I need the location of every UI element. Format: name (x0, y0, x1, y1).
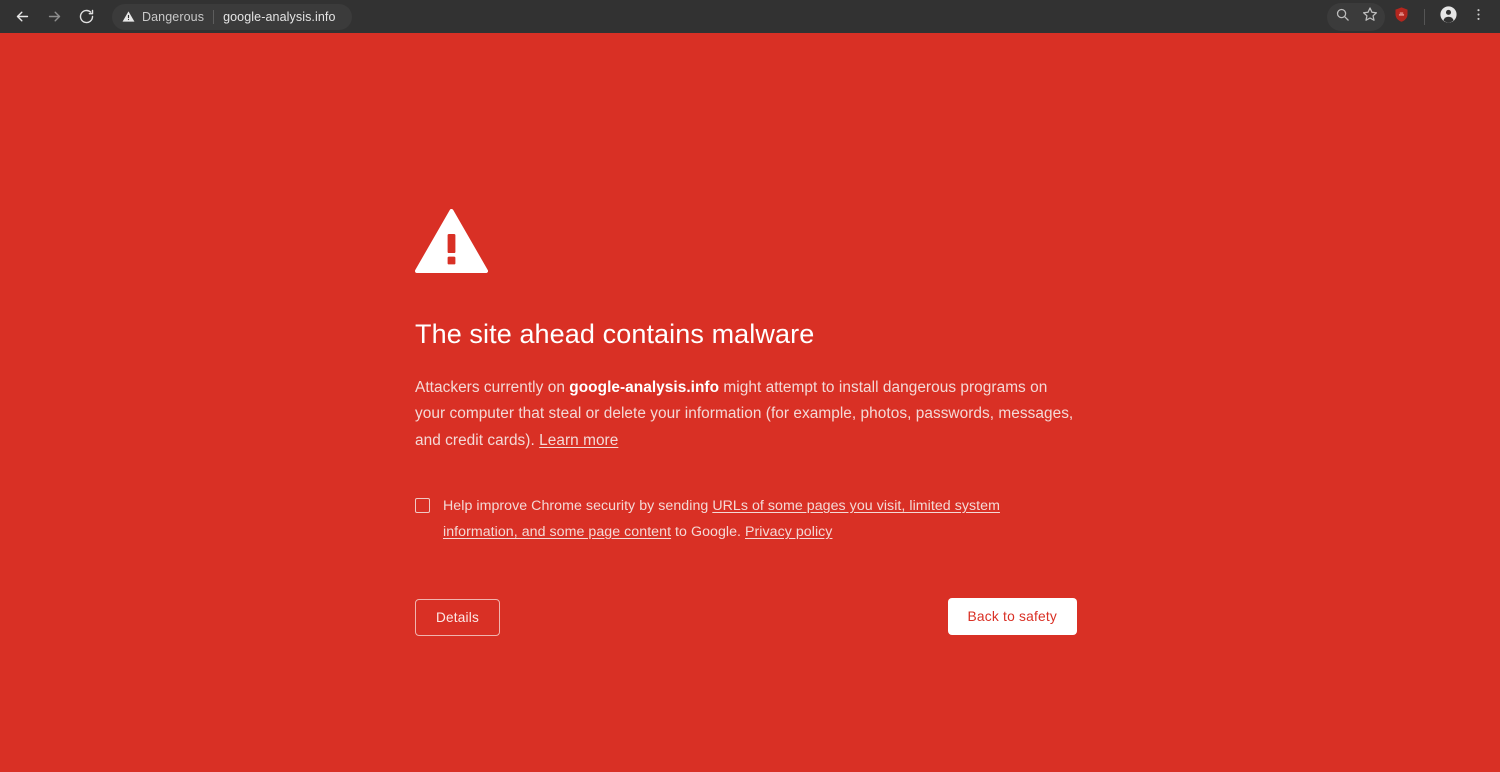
page-title: The site ahead contains malware (415, 319, 815, 349)
toolbar-divider (1424, 8, 1425, 25)
reload-button[interactable] (72, 3, 100, 31)
back-button[interactable] (8, 3, 36, 31)
learn-more-link[interactable]: Learn more (539, 432, 618, 449)
zoom-button[interactable] (1328, 3, 1356, 31)
profile-avatar-icon (1439, 5, 1458, 29)
main-menu-button[interactable] (1464, 3, 1492, 31)
zoom-magnifier-icon (1335, 7, 1350, 27)
extension-button[interactable] (1387, 3, 1415, 31)
dangerous-domain: google-analysis.info (569, 378, 720, 396)
arrow-right-icon (46, 8, 63, 25)
description-lead: Attackers currently on (415, 378, 570, 396)
interstitial-actions: Details Back to safety (415, 597, 1077, 637)
forward-button[interactable] (40, 3, 68, 31)
security-status-label: Dangerous (142, 9, 205, 24)
omnibox-divider (213, 9, 215, 24)
optin-text-middle: to Google. (671, 523, 746, 540)
interstitial-content: The site ahead contains malware Attacker… (415, 209, 1095, 637)
browser-toolbar: Dangerous google-analysis.info (0, 0, 1500, 33)
url-text: google-analysis.info (223, 9, 336, 24)
details-button[interactable]: Details (415, 598, 500, 636)
address-bar[interactable]: Dangerous google-analysis.info (112, 3, 352, 30)
malware-interstitial-page: The site ahead contains malware Attacker… (0, 33, 1500, 772)
three-dot-menu-icon (1471, 7, 1486, 27)
back-to-safety-button[interactable]: Back to safety (947, 597, 1077, 635)
bookmark-button[interactable] (1356, 3, 1384, 31)
profile-button[interactable] (1434, 3, 1462, 31)
security-optin-row: Help improve Chrome security by sending … (415, 493, 1015, 545)
star-icon (1362, 6, 1378, 27)
warning-triangle-icon (415, 209, 1095, 280)
arrow-left-icon (14, 8, 31, 25)
shield-extension-icon (1393, 6, 1410, 28)
reload-icon (78, 8, 95, 25)
optin-text-before: Help improve Chrome security by sending (443, 497, 713, 514)
warning-description: Attackers currently on google-analysis.i… (415, 375, 1075, 454)
navigation-buttons (8, 3, 100, 31)
toolbar-right-icons (1327, 2, 1492, 31)
omnibox-action-group (1327, 2, 1385, 31)
warning-triangle-icon (122, 10, 135, 23)
privacy-policy-link[interactable]: Privacy policy (745, 524, 832, 540)
optin-label: Help improve Chrome security by sending … (443, 493, 1015, 545)
report-checkbox[interactable] (415, 497, 430, 513)
